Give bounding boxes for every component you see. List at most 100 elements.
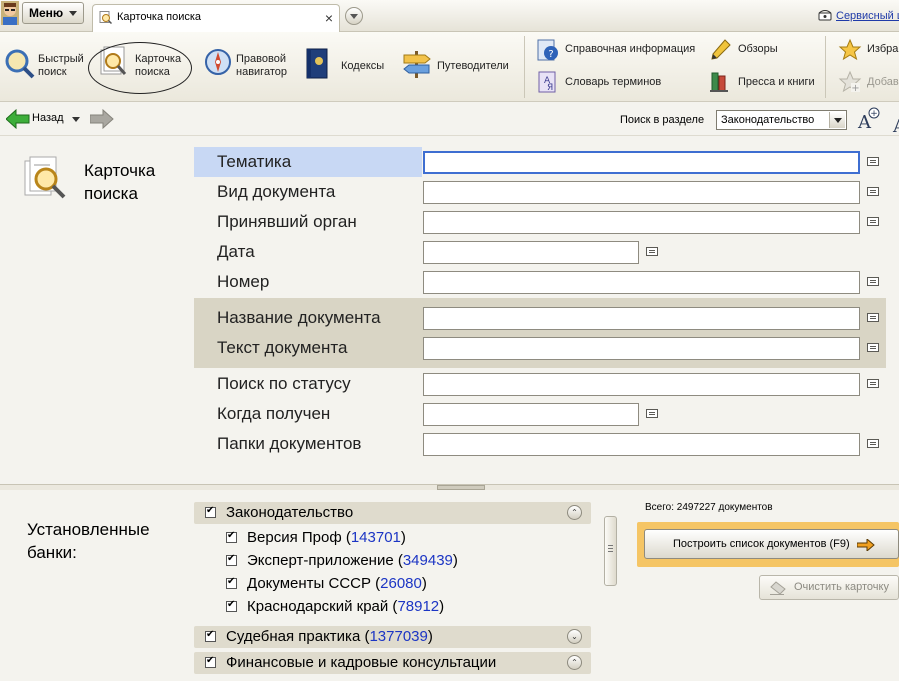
authority-input[interactable] [423,211,860,234]
field-row-doc-text: Текст документа [194,333,886,363]
number-input[interactable] [423,271,860,294]
bank-item-checkbox[interactable] [226,599,237,612]
pen-icon [711,39,731,60]
field-label-authority: Принявший орган [217,212,357,231]
menu-button[interactable]: Меню [22,2,84,24]
back-button[interactable]: Назад [5,108,64,132]
user-avatar-icon[interactable] [0,0,20,26]
doc-text-input[interactable] [423,337,860,360]
dictionary-picker-icon[interactable] [867,379,879,388]
help-book-icon: ? [537,39,558,61]
back-label: Назад [32,112,64,124]
service-center-link[interactable]: Сервисный ц [818,9,899,22]
field-row-number: Номер [194,267,886,297]
expand-icon[interactable]: ⌄ [567,629,582,644]
svg-text:+: + [851,83,859,94]
folders-input[interactable] [423,433,860,456]
section-select-value: Законодательство [721,114,815,126]
bank-group-checkbox[interactable] [205,655,216,668]
chevron-down-icon [829,112,845,128]
build-document-list-label: Построить список документов (F9) [673,538,850,550]
bank-group-checkbox[interactable] [205,629,216,642]
tabs-dropdown-button[interactable] [345,7,363,25]
increase-font-icon[interactable]: A + [857,106,881,130]
bank-group-count[interactable]: 1377039 [369,628,427,645]
field-row-folders: Папки документов [194,429,886,459]
field-label-doc-text: Текст документа [217,338,348,357]
reference-info-button[interactable]: ? Справочная информация [536,38,701,62]
bank-group-court-practice: Судебная практика (1377039) ⌄ [194,626,591,648]
bank-item-count[interactable]: 143701 [351,529,401,546]
compass-icon [205,49,231,75]
dictionary-picker-icon[interactable] [867,313,879,322]
topic-input[interactable] [423,151,860,174]
eraser-icon [770,581,786,595]
codes-button[interactable]: Кодексы [304,48,394,82]
received-input[interactable] [423,403,639,426]
dictionary-button[interactable]: A Я Словарь терминов [536,70,701,94]
section-select[interactable]: Законодательство [716,110,847,130]
menu-label: Меню [29,6,64,20]
legal-navigator-button[interactable]: Правовой навигатор [204,46,300,82]
bank-item-count[interactable]: 78912 [397,598,439,615]
doc-name-input[interactable] [423,307,860,330]
dictionary-picker-icon[interactable] [867,439,879,448]
dictionary-picker-icon[interactable] [867,187,879,196]
bank-group-consultations: Финансовые и кадровые консультации ⌃ [194,652,591,674]
magnifier-icon [5,49,35,79]
status-input[interactable] [423,373,860,396]
field-label-status: Поиск по статусу [217,374,351,393]
field-row-topic-input [194,147,886,177]
doc-type-input[interactable] [423,181,860,204]
decrease-font-icon[interactable]: A [893,116,899,137]
banks-scrollbar[interactable] [604,516,617,586]
dictionary-picker-icon[interactable] [867,157,879,166]
phone-icon [818,10,832,21]
bank-item-label: Документы СССР (26080) [247,575,427,592]
build-document-list-button[interactable]: Построить список документов (F9) [644,529,899,559]
bank-group-label: Финансовые и кадровые консультации [226,654,497,671]
back-history-dropdown-icon[interactable] [72,117,80,122]
tab-search-card[interactable]: Карточка поиска × [92,4,340,32]
favorites-button[interactable]: Избран [838,38,899,62]
bank-group-checkbox[interactable] [205,505,216,518]
installed-banks-panel: Установленные банки: Законодательство ⌃ … [0,490,899,681]
dictionary-picker-icon[interactable] [867,343,879,352]
tab-title: Карточка поиска [117,11,202,23]
date-input[interactable] [423,241,639,264]
collapse-icon[interactable]: ⌃ [567,655,582,670]
search-card-panel: Карточка поиска Тематика Вид документа П… [0,137,899,484]
toolbar-separator [825,36,826,98]
bank-item-count[interactable]: 26080 [380,575,422,592]
clear-card-button[interactable]: Очистить карточку [759,575,899,600]
add-favorites-button[interactable]: + Добав [838,70,899,94]
arrow-right-icon[interactable] [90,109,114,129]
dictionary-picker-icon[interactable] [646,409,658,418]
dictionary-label: Словарь терминов [565,76,662,88]
dictionary-picker-icon[interactable] [867,217,879,226]
field-label-received: Когда получен [217,404,331,423]
tab-bar: Меню Карточка поиска × Сервисный ц [0,0,899,32]
bank-item-checkbox[interactable] [226,530,237,543]
arrow-right-icon [857,539,875,551]
guides-label: Путеводители [437,60,509,72]
books-icon [710,72,728,92]
bank-item-checkbox[interactable] [226,576,237,589]
dictionary-picker-icon[interactable] [646,247,658,256]
dictionary-picker-icon[interactable] [867,277,879,286]
bank-item-label: Версия Проф (143701) [247,529,406,546]
collapse-icon[interactable]: ⌃ [567,505,582,520]
bank-group-label: Судебная практика (1377039) [226,628,433,645]
field-label-doc-name: Название документа [217,308,381,327]
guides-button[interactable]: Путеводители [401,48,521,82]
close-icon[interactable]: × [325,6,333,30]
main-toolbar: Быстрый поиск Карточка поиска Правовой н… [0,32,899,102]
bank-item-count[interactable]: 349439 [403,552,453,569]
press-books-button[interactable]: Пресса и книги [708,70,820,94]
reviews-button[interactable]: Обзоры [708,38,818,62]
quick-search-button[interactable]: Быстрый поиск [2,46,88,82]
field-row-date: Дата [194,237,886,267]
field-label-number: Номер [217,272,270,291]
add-favorites-label: Добав [867,76,899,88]
bank-item-checkbox[interactable] [226,553,237,566]
